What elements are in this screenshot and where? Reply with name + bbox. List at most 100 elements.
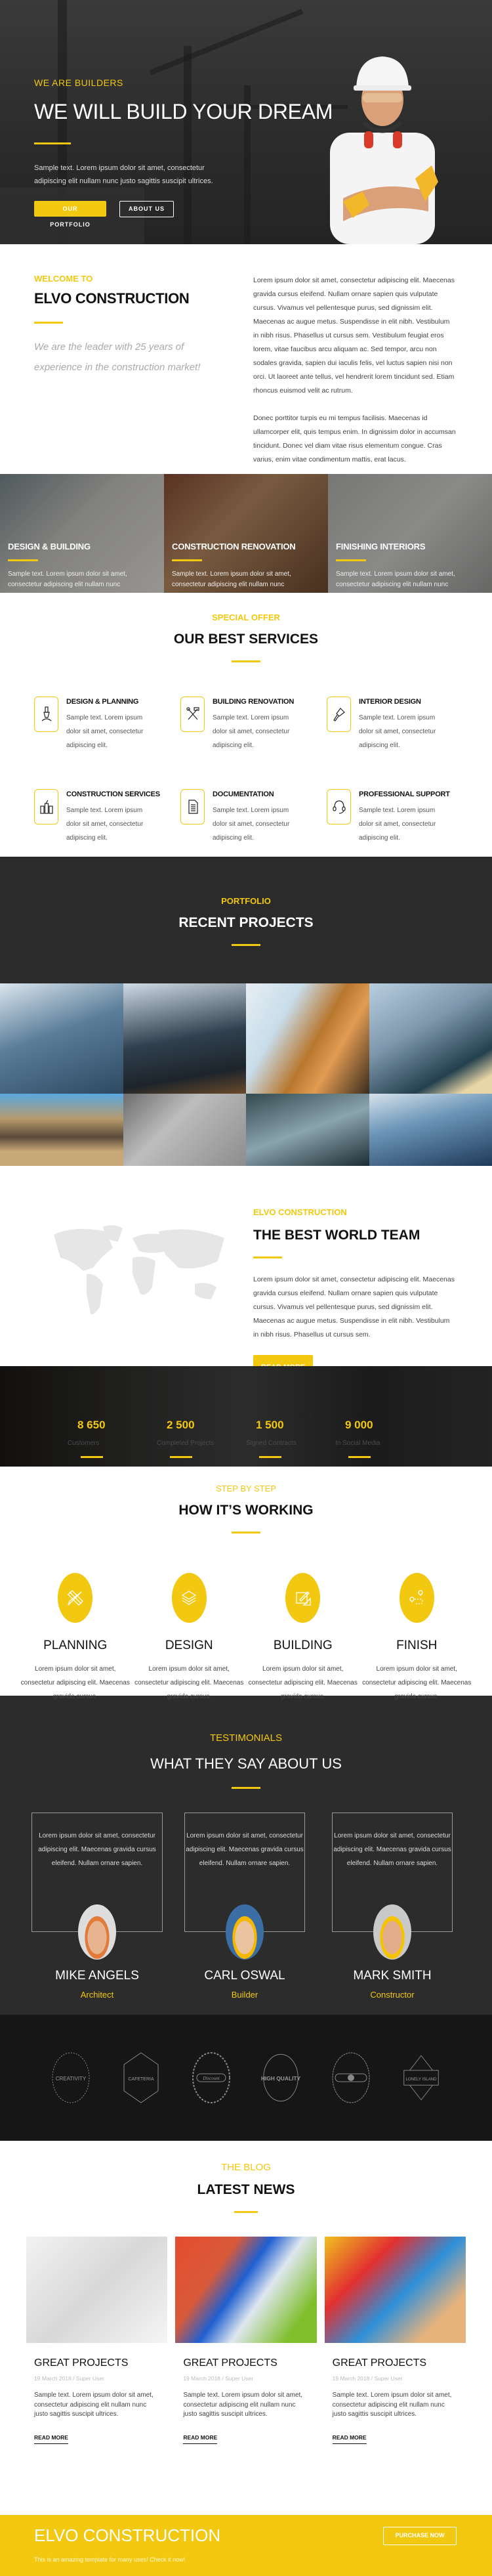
svg-text:CAFETERIA: CAFETERIA xyxy=(128,2077,154,2082)
step-text: Lorem ipsum dolor sit amet, consectetur … xyxy=(360,1662,474,1704)
project-image[interactable] xyxy=(369,1094,492,1166)
services-section: SPECIAL OFFER OUR BEST SERVICES DESIGN &… xyxy=(0,593,492,853)
hero-content: WE ARE BUILDERS WE WILL BUILD YOUR DREAM… xyxy=(34,77,316,217)
team-title: THE BEST WORLD TEAM xyxy=(253,1228,457,1243)
portfolio-kicker: PORTFOLIO xyxy=(0,896,492,906)
project-image[interactable] xyxy=(0,1094,123,1166)
divider xyxy=(34,322,63,324)
step-item: BUILDING Lorem ipsum dolor sit amet, con… xyxy=(246,1573,360,1704)
step-item: DESIGN Lorem ipsum dolor sit amet, conse… xyxy=(133,1573,247,1704)
post-meta: 19 March 2018 / Super User xyxy=(34,2375,159,2382)
about-us-button[interactable]: ABOUT US xyxy=(119,201,174,217)
step-title: BUILDING xyxy=(246,1639,360,1653)
post-title[interactable]: GREAT PROJECTS xyxy=(34,2357,159,2369)
divider xyxy=(253,1256,282,1258)
avatar xyxy=(226,1904,264,1960)
divider xyxy=(34,142,71,144)
step-text: Lorem ipsum dolor sit amet, consectetur … xyxy=(246,1662,360,1704)
image-card[interactable]: FINISHING INTERIORS Sample text. Lorem i… xyxy=(328,474,492,593)
divider xyxy=(259,1456,281,1458)
service-text: Sample text. Lorem ipsum dolor sit amet,… xyxy=(359,711,444,752)
portfolio-section: PORTFOLIO RECENT PROJECTS xyxy=(0,857,492,983)
image-card-text: Sample text. Lorem ipsum dolor sit amet,… xyxy=(336,569,484,590)
divider xyxy=(172,559,202,561)
counter: 1 500 Signed Contracts xyxy=(246,1366,335,1467)
image-card[interactable]: CONSTRUCTION RENOVATION Sample text. Lor… xyxy=(164,474,328,593)
counter-label: Signed Contracts xyxy=(246,1440,335,1447)
welcome-paragraph: Lorem ipsum dolor sit amet, consectetur … xyxy=(253,274,457,398)
blog-section: THE BLOG LATEST NEWS GREAT PROJECTS 19 M… xyxy=(0,2141,492,2515)
layers-icon xyxy=(172,1573,207,1623)
read-more-link[interactable]: READ MORE xyxy=(333,2434,367,2444)
project-image[interactable] xyxy=(369,983,492,1094)
footer-subtitle: This is an amazing template for many use… xyxy=(34,2556,185,2563)
team-kicker: ELVO CONSTRUCTION xyxy=(253,1207,457,1217)
testimonials-section: TESTIMONIALS WHAT THEY SAY ABOUT US Lore… xyxy=(0,1696,492,2015)
purchase-now-button[interactable]: PURCHASE NOW xyxy=(383,2527,457,2545)
our-portfolio-button[interactable]: OUR PORTFOLIO xyxy=(34,201,106,217)
divider xyxy=(232,1787,260,1789)
image-card-title: CONSTRUCTION RENOVATION xyxy=(172,542,320,551)
image-card-title: DESIGN & BUILDING xyxy=(8,542,156,551)
svg-text:LONELY ISLAND: LONELY ISLAND xyxy=(405,2077,437,2082)
blog-title: LATEST NEWS xyxy=(0,2182,492,2198)
blog-post: GREAT PROJECTS 19 March 2018 / Super Use… xyxy=(26,2237,167,2444)
high-quality-logo: HIGH QUALITY xyxy=(261,2051,300,2104)
svg-text:HIGH QUALITY: HIGH QUALITY xyxy=(261,2075,300,2082)
services-title: OUR BEST SERVICES xyxy=(0,632,492,647)
divider xyxy=(348,1456,371,1458)
post-image[interactable] xyxy=(175,2237,316,2343)
service-text: Sample text. Lorem ipsum dolor sit amet,… xyxy=(213,711,298,752)
service-item: INTERIOR DESIGN Sample text. Lorem ipsum … xyxy=(327,697,473,752)
step-item: FINISH Lorem ipsum dolor sit amet, conse… xyxy=(360,1573,474,1704)
testimonials-title: WHAT THEY SAY ABOUT US xyxy=(0,1755,492,1772)
project-image[interactable] xyxy=(123,1094,247,1166)
service-text: Sample text. Lorem ipsum dolor sit amet,… xyxy=(213,804,298,845)
service-item: PROFESSIONAL SUPPORTSample text. Lorem i… xyxy=(327,789,473,845)
service-title: DESIGN & PLANNING xyxy=(66,698,152,706)
testimonial-name: MIKE ANGELS xyxy=(31,1969,163,1983)
image-card-text: Sample text. Lorem ipsum dolor sit amet,… xyxy=(8,569,156,590)
testimonial-name: MARK SMITH xyxy=(327,1969,458,1983)
step-item: PLANNING Lorem ipsum dolor sit amet, con… xyxy=(18,1573,133,1704)
project-image[interactable] xyxy=(0,983,123,1094)
team-text: Lorem ipsum dolor sit amet, consectetur … xyxy=(253,1273,457,1342)
avatar xyxy=(78,1904,116,1960)
post-image[interactable] xyxy=(325,2237,466,2343)
step-text: Lorem ipsum dolor sit amet, consectetur … xyxy=(18,1662,133,1704)
testimonial-name: CARL OSWAL xyxy=(179,1969,310,1983)
service-text: Sample text. Lorem ipsum dolor sit amet,… xyxy=(66,804,152,845)
read-more-link[interactable]: READ MORE xyxy=(34,2434,68,2444)
project-image[interactable] xyxy=(246,1094,369,1166)
post-meta: 19 March 2018 / Super User xyxy=(183,2375,308,2382)
step-title: PLANNING xyxy=(18,1639,133,1653)
portfolio-title: RECENT PROJECTS xyxy=(0,915,492,931)
welcome-kicker: WELCOME TO xyxy=(34,274,231,284)
image-card[interactable]: DESIGN & BUILDING Sample text. Lorem ips… xyxy=(0,474,164,593)
welcome-section: WELCOME TO ELVO CONSTRUCTION We are the … xyxy=(0,244,492,474)
footer-cta: ELVO CONSTRUCTION This is an amazing tem… xyxy=(0,2515,492,2576)
divider xyxy=(232,1532,260,1534)
counter-value: 1 500 xyxy=(256,1419,335,1432)
steps-section: STEP BY STEP HOW IT’S WORKING PLANNING L… xyxy=(0,1467,492,1696)
post-title[interactable]: GREAT PROJECTS xyxy=(333,2357,458,2369)
service-title: DOCUMENTATION xyxy=(213,790,298,798)
step-title: FINISH xyxy=(360,1639,474,1653)
counter-value: 8 650 xyxy=(77,1419,157,1432)
testimonial-card: Lorem ipsum dolor sit amet, consectetur … xyxy=(31,1813,163,2000)
post-meta: 19 March 2018 / Super User xyxy=(333,2375,458,2382)
creativity-logo: CREATIVITY xyxy=(51,2051,91,2104)
project-image[interactable] xyxy=(246,983,369,1094)
svg-text:Discount: Discount xyxy=(202,2076,220,2081)
service-title: INTERIOR DESIGN xyxy=(359,698,444,706)
post-title[interactable]: GREAT PROJECTS xyxy=(183,2357,308,2369)
steps-title: HOW IT’S WORKING xyxy=(0,1503,492,1518)
document-icon xyxy=(180,789,205,825)
hero-section: WE ARE BUILDERS WE WILL BUILD YOUR DREAM… xyxy=(0,0,492,244)
read-more-link[interactable]: READ MORE xyxy=(183,2434,217,2444)
post-image[interactable] xyxy=(26,2237,167,2343)
step-title: DESIGN xyxy=(133,1639,247,1653)
project-image[interactable] xyxy=(123,983,247,1094)
partner-logos: CREATIVITY CAFETERIA Discount HIGH QUALI… xyxy=(0,2015,492,2141)
service-item: DESIGN & PLANNINGSample text. Lorem ipsu… xyxy=(34,697,180,752)
